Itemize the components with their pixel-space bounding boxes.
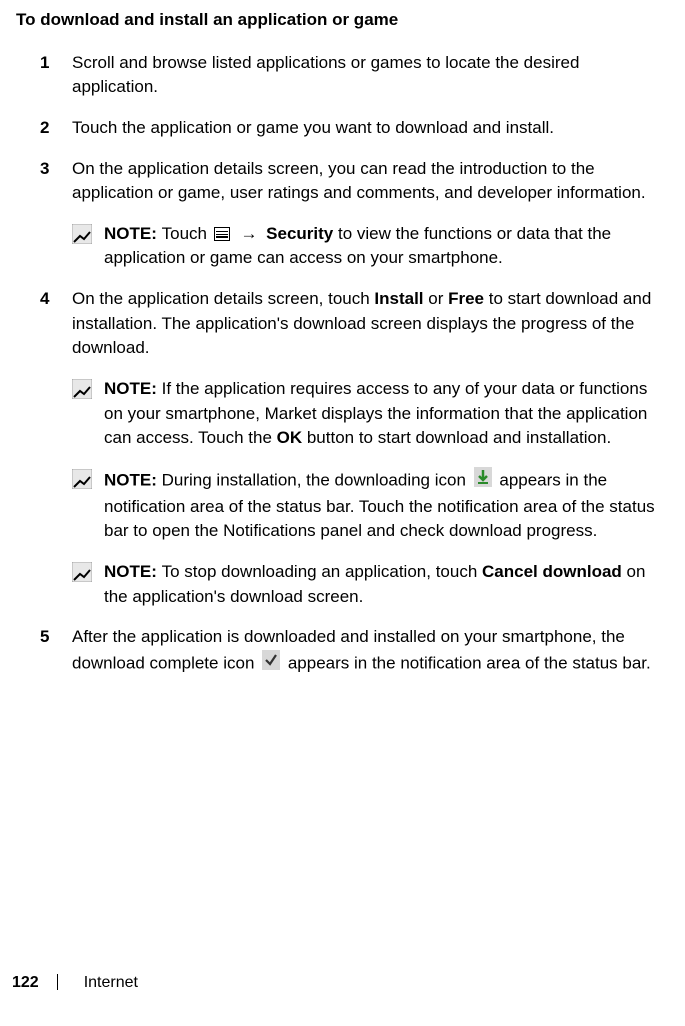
step-number: 2: [40, 116, 72, 141]
step-2: 2 Touch the application or game you want…: [40, 116, 673, 141]
note-text: NOTE: During installation, the downloadi…: [104, 467, 667, 544]
footer-divider: [57, 974, 58, 990]
step-list: 1 Scroll and browse listed applications …: [40, 51, 673, 678]
note-icon: [72, 377, 96, 451]
section-name: Internet: [84, 971, 138, 994]
note-1: NOTE: Touch → Security to view the funct…: [72, 222, 673, 271]
step-text: On the application details screen, touch…: [72, 287, 673, 361]
step-number: 4: [40, 287, 72, 361]
step-number: 1: [40, 51, 72, 100]
note-2: NOTE: If the application requires access…: [72, 377, 673, 451]
step-4: 4 On the application details screen, tou…: [40, 287, 673, 361]
step-text: Scroll and browse listed applications or…: [72, 51, 673, 100]
note-text: NOTE: Touch → Security to view the funct…: [104, 222, 667, 271]
download-icon: [474, 467, 492, 495]
section-heading: To download and install an application o…: [16, 8, 673, 33]
note-icon: [72, 467, 96, 544]
note-text: NOTE: If the application requires access…: [104, 377, 667, 451]
step-number: 5: [40, 625, 72, 677]
note-3: NOTE: During installation, the downloadi…: [72, 467, 673, 544]
page-footer: 122 Internet: [12, 971, 138, 994]
download-complete-icon: [262, 650, 280, 678]
step-text: After the application is downloaded and …: [72, 625, 673, 677]
step-1: 1 Scroll and browse listed applications …: [40, 51, 673, 100]
step-text: On the application details screen, you c…: [72, 157, 673, 206]
step-5: 5 After the application is downloaded an…: [40, 625, 673, 677]
note-text: NOTE: To stop downloading an application…: [104, 560, 667, 609]
step-3: 3 On the application details screen, you…: [40, 157, 673, 206]
step-number: 3: [40, 157, 72, 206]
note-icon: [72, 560, 96, 609]
note-icon: [72, 222, 96, 271]
menu-icon: [214, 227, 230, 241]
note-4: NOTE: To stop downloading an application…: [72, 560, 673, 609]
step-text: Touch the application or game you want t…: [72, 116, 673, 141]
page-number: 122: [12, 971, 39, 994]
